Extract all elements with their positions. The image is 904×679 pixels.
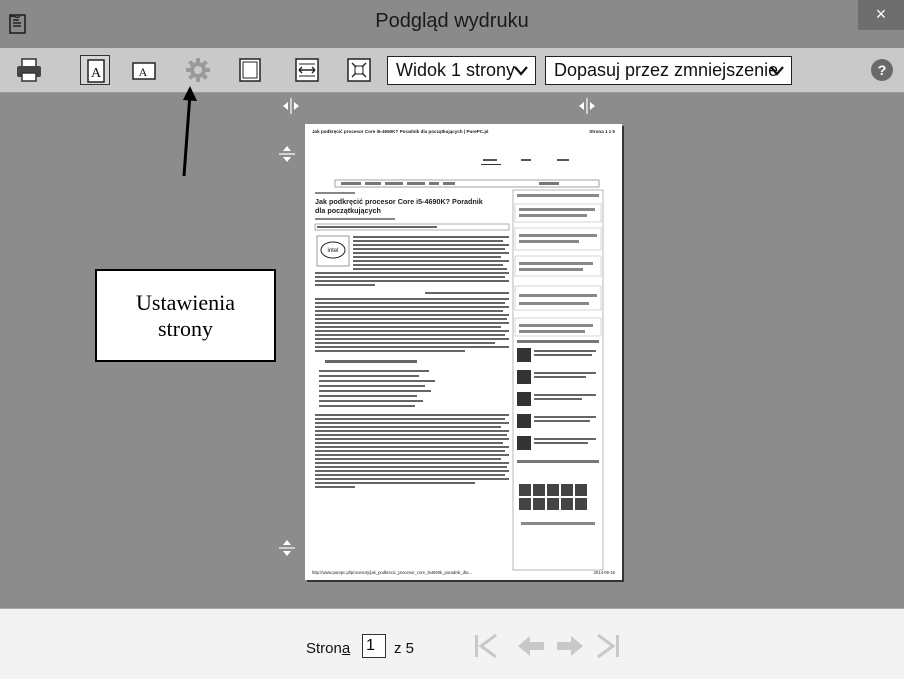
help-button[interactable]: ? [869, 57, 895, 83]
title-bar: Podgląd wydruku × [0, 0, 904, 48]
top-margin-handle[interactable] [276, 143, 298, 165]
page-setup-callout: Ustawienia strony [95, 269, 276, 362]
horizontal-resize-icon [579, 98, 595, 114]
chevron-down-icon [513, 57, 529, 92]
full-page-button[interactable] [344, 55, 374, 85]
portrait-button[interactable]: A [80, 55, 110, 85]
left-margin-handle[interactable] [280, 95, 302, 117]
preview-area: Jak podkręcić procesor Core i5-4690K? Po… [0, 93, 904, 608]
previous-page-button[interactable] [514, 629, 548, 663]
view-select-value: Widok 1 strony [396, 60, 516, 80]
toolbar: A A Widok 1 strony Dopasuj przez zmniejs… [0, 48, 904, 93]
print-button[interactable] [14, 55, 44, 85]
landscape-button[interactable]: A [129, 55, 159, 85]
window-title: Podgląd wydruku [375, 10, 529, 32]
page-header-left: Jak podkręcić procesor Core i5-4690K? Po… [312, 129, 488, 134]
svg-text:A: A [91, 66, 102, 81]
page-icon [239, 58, 261, 82]
preview-page: Jak podkręcić procesor Core i5-4690K? Po… [305, 124, 622, 580]
portrait-orientation-icon: A [87, 59, 105, 83]
first-page-icon [475, 633, 497, 659]
page-number-input[interactable]: 1 [362, 634, 386, 658]
gear-icon [186, 58, 210, 82]
horizontal-resize-icon [283, 98, 299, 114]
page-footer-right: 2014-09-15 [594, 570, 616, 575]
svg-text:A: A [139, 65, 148, 79]
printer-icon [17, 58, 41, 82]
first-page-button[interactable] [470, 629, 504, 663]
fit-select-value: Dopasuj przez zmniejszenie [554, 60, 779, 80]
full-width-button[interactable] [292, 55, 322, 85]
right-margin-handle[interactable] [576, 95, 598, 117]
landscape-orientation-icon: A [132, 62, 156, 80]
arrow-left-icon [518, 636, 544, 656]
vertical-resize-icon [279, 540, 295, 556]
last-page-icon [597, 633, 619, 659]
page-total-label: z 5 [394, 640, 415, 657]
fit-select[interactable]: Dopasuj przez zmniejszenie [545, 56, 792, 85]
vertical-resize-icon [279, 146, 295, 162]
last-page-button[interactable] [590, 629, 624, 663]
arrow-right-icon [557, 636, 583, 656]
page-navigation-bar: Strona 1 z 5 [0, 608, 904, 679]
chevron-down-icon [769, 57, 785, 92]
help-icon: ? [871, 59, 893, 81]
page-header-right: Strona 1 z 5 [589, 129, 615, 134]
article-title-line-1: Jak podkręcić procesor Core i5-4690K? Po… [315, 197, 483, 206]
fit-width-icon [295, 58, 319, 82]
article-title-line-2: dla początkujących [315, 206, 381, 215]
page-label: Strona [306, 640, 351, 657]
view-select[interactable]: Widok 1 strony [387, 56, 536, 85]
callout-line-1: Ustawienia [136, 290, 235, 315]
close-button[interactable]: × [858, 0, 904, 30]
header-footer-button[interactable] [235, 55, 265, 85]
callout-line-2: strony [158, 316, 213, 341]
page-setup-button[interactable] [183, 55, 213, 85]
svg-text:?: ? [878, 62, 887, 78]
next-page-button[interactable] [553, 629, 587, 663]
bottom-margin-handle[interactable] [276, 537, 298, 559]
page-footer-left: http://www.purepc.pl/procesory/jak_podkr… [312, 570, 472, 575]
svg-text:intel: intel [327, 248, 338, 254]
fit-page-icon [347, 58, 371, 82]
